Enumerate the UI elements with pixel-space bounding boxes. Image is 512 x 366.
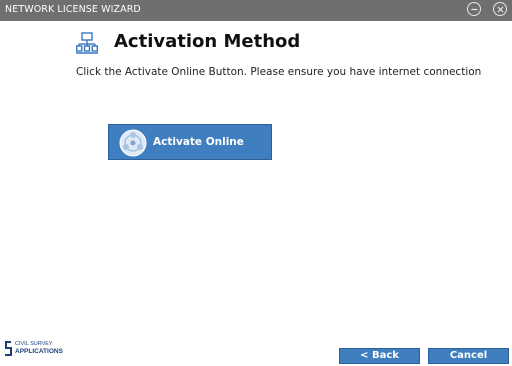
instruction-text: Click the Activate Online Button. Please… [76,66,482,78]
page-title: Activation Method [114,31,301,52]
globe-icon [119,129,147,157]
close-icon [497,6,504,13]
minimize-button[interactable] [467,2,481,16]
company-logo: CIVIL SURVEY APPLICATIONS [4,340,74,358]
cancel-button[interactable]: Cancel [428,348,509,364]
window-title: NETWORK LICENSE WIZARD [5,4,141,15]
back-button[interactable]: < Back [339,348,420,364]
activate-online-label: Activate Online [153,136,244,148]
close-button[interactable] [493,2,507,16]
logo-line-1: CIVIL SURVEY [15,341,53,347]
network-icon [76,32,98,54]
logo-line-2: APPLICATIONS [15,348,63,355]
logo-mark-icon [5,341,12,356]
title-bar: NETWORK LICENSE WIZARD [0,0,512,21]
minimize-icon [471,8,478,11]
activate-online-button[interactable]: Activate Online [108,124,272,160]
